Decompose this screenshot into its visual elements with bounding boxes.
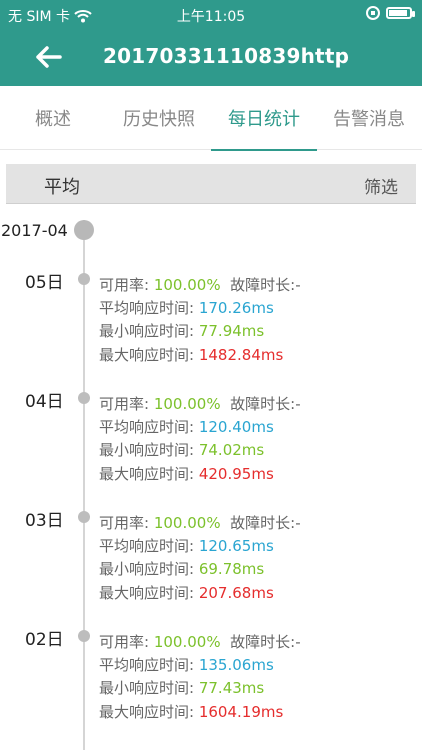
daily-stats[interactable]: 可用率: 100.00% 故障时长:- 平均响应时间: 170.26ms 最小响… <box>99 274 301 367</box>
daily-stats[interactable]: 可用率: 100.00% 故障时长:- 平均响应时间: 120.65ms 最小响… <box>99 512 301 605</box>
battery-icon <box>386 7 415 19</box>
day-label: 04日 <box>25 392 64 412</box>
tab-bar: 概述 历史快照 每日统计 告警消息 <box>0 86 422 151</box>
day-marker <box>78 630 90 642</box>
daily-stats[interactable]: 可用率: 100.00% 故障时长:- 平均响应时间: 120.40ms 最小响… <box>99 393 301 486</box>
day-marker <box>78 511 90 523</box>
average-selector[interactable]: 平均 <box>44 173 80 199</box>
back-arrow-icon <box>36 46 62 68</box>
app-header: 无 SIM 卡 上午11:05 20170331110839http <box>0 0 422 86</box>
day-marker <box>78 273 90 285</box>
tab-alert-messages[interactable]: 告警消息 <box>316 86 422 150</box>
day-label: 05日 <box>25 273 64 293</box>
status-time: 上午11:05 <box>176 9 246 25</box>
tab-daily-statistics[interactable]: 每日统计 <box>211 86 317 151</box>
page-title: 20170331110839http <box>103 44 350 68</box>
day-marker <box>78 392 90 404</box>
rotation-lock-icon <box>366 6 380 20</box>
tab-history-snapshots[interactable]: 历史快照 <box>106 86 212 150</box>
back-button[interactable] <box>28 40 68 74</box>
filter-bar: 平均 筛选 <box>6 164 416 204</box>
tab-overview[interactable]: 概述 <box>0 86 106 150</box>
day-label: 02日 <box>25 630 64 650</box>
status-right <box>366 6 415 20</box>
month-label: 2017-04 <box>1 221 68 240</box>
daily-stats[interactable]: 可用率: 100.00% 故障时长:- 平均响应时间: 135.06ms 最小响… <box>99 631 301 724</box>
status-bar: 无 SIM 卡 上午11:05 <box>0 0 422 30</box>
timeline-line <box>83 220 85 750</box>
month-marker <box>74 220 94 240</box>
day-label: 03日 <box>25 511 64 531</box>
filter-button[interactable]: 筛选 <box>364 173 398 198</box>
navigation-bar: 20170331110839http <box>0 30 422 86</box>
